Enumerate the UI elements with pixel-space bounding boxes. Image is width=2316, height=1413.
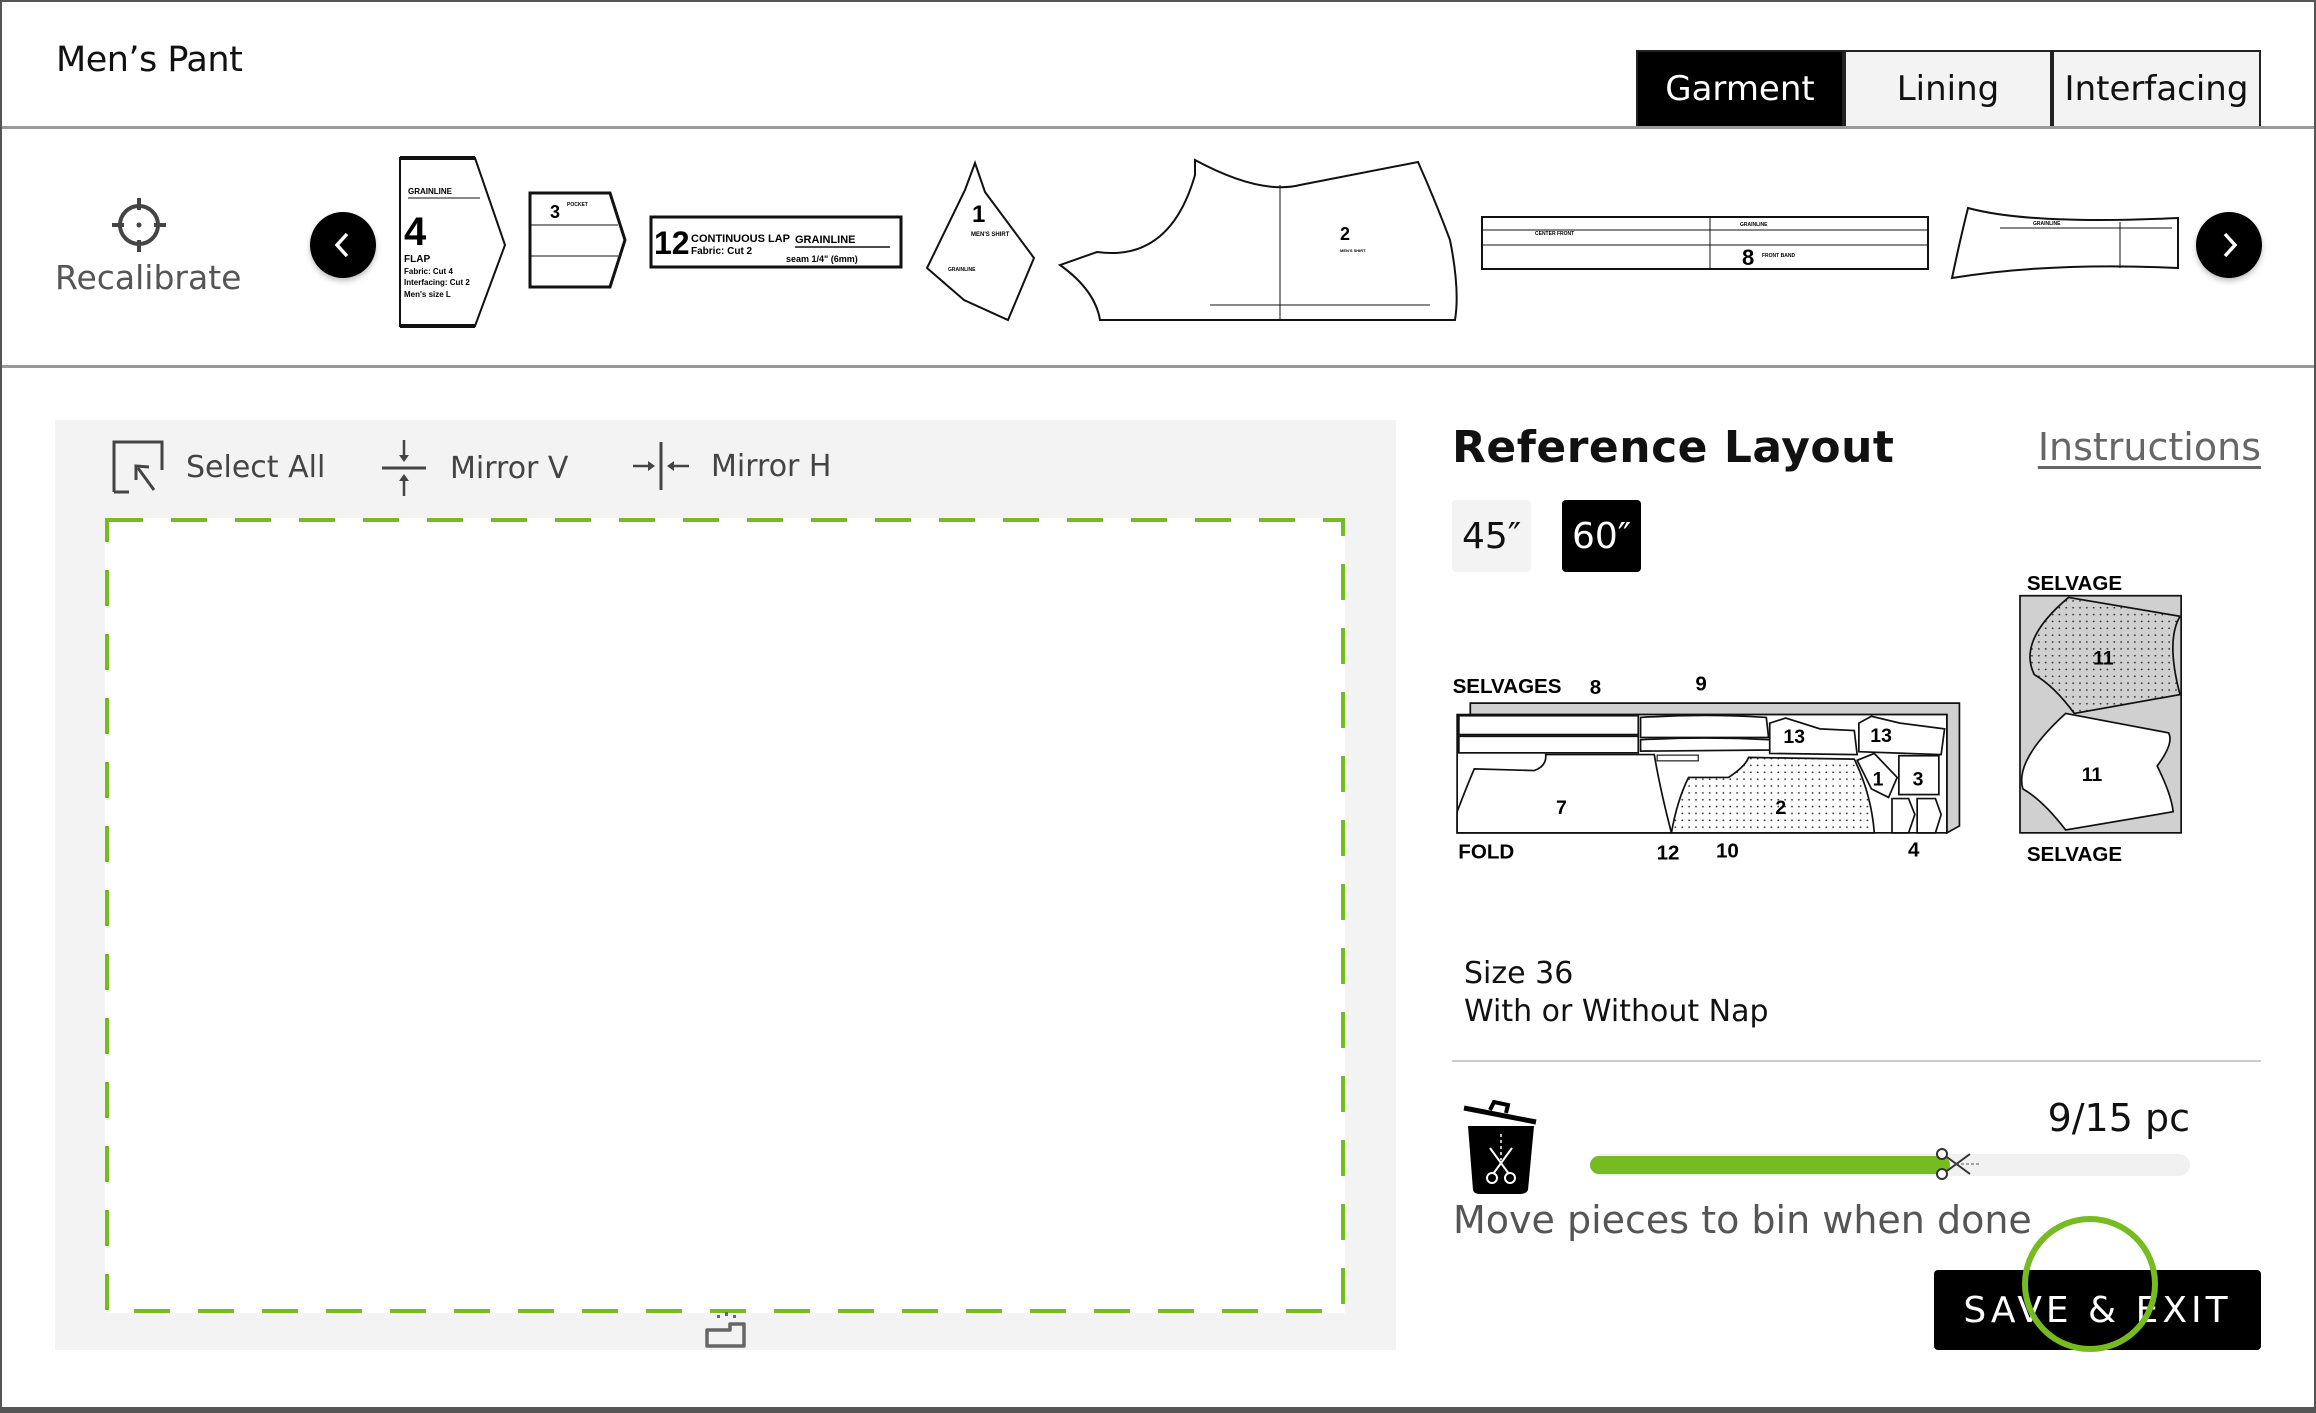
select-all-button[interactable]: Select All (112, 440, 325, 494)
progress-fill (1590, 1156, 1950, 1174)
diagram-piece-label: 2 (1775, 797, 1786, 819)
section-divider (1452, 1060, 2261, 1062)
diagram-piece-label: 13 (1783, 726, 1805, 748)
piece-number: 3 (550, 202, 560, 222)
piece-number: 12 (654, 225, 690, 261)
pattern-piece-4[interactable]: GRAINLINE 4 FLAP Fabric: Cut 4 Interfaci… (399, 156, 507, 328)
diagram-piece-label: 13 (1870, 725, 1892, 747)
piece-number: 8 (1742, 245, 1754, 270)
piece-cut-info: Fabric: Cut 4 (404, 267, 453, 276)
diagram-number: 10 (1716, 839, 1739, 862)
selvage-bottom-label: SELVAGE (2027, 843, 2122, 866)
piece-number: 1 (972, 201, 985, 228)
pattern-piece-8[interactable]: CENTER FRONT GRAINLINE 8 FRONT BAND (1481, 216, 1929, 270)
piece-seam-info: seam 1/4" (6mm) (786, 254, 858, 264)
diagram-piece-label: 3 (1913, 768, 1924, 790)
diagram-number: 8 (1590, 676, 1601, 699)
pattern-piece-2[interactable]: 2 MEN'S SHIRT (1057, 158, 1458, 321)
piece-cut-info: Fabric: Cut 2 (691, 246, 753, 257)
mirror-vertical-icon (382, 440, 426, 496)
diagram-piece-label: 11 (2093, 647, 2114, 669)
scissors-icon (1936, 1148, 1980, 1180)
piece-name: CONTINUOUS LAP (691, 233, 790, 245)
piece-name: POCKET (567, 202, 588, 208)
diagram-piece-label: 11 (2082, 764, 2103, 786)
layout-info: Size 36 With or Without Nap (1464, 955, 1769, 1031)
save-exit-button[interactable]: SAVE & EXIT (1934, 1270, 2261, 1350)
bin-hint-text: Move pieces to bin when done (1453, 1198, 2032, 1242)
instructions-link[interactable]: Instructions (2038, 425, 2261, 469)
selvage-top-label: SELVAGE (2027, 572, 2122, 595)
work-area-dashed-border (105, 518, 1345, 1313)
nap-label: With or Without Nap (1464, 994, 1769, 1029)
piece-name: FRONT BAND (1762, 253, 1795, 259)
reference-layout-title: Reference Layout (1452, 422, 1895, 473)
pattern-piece-1[interactable]: 1 MEN'S SHIRT GRAINLINE (925, 160, 1036, 322)
piece-grainline-label: GRAINLINE (948, 267, 976, 273)
diagram-piece-label: 7 (1556, 797, 1567, 819)
piece-name: FLAP (404, 254, 430, 265)
trash-bin-scissors-icon[interactable] (1462, 1100, 1542, 1196)
piece-name: MEN'S SHIRT (971, 232, 1010, 238)
piece-grainline-label: GRAINLINE (795, 234, 856, 246)
piece-number: 2 (1340, 224, 1350, 244)
width-45-button[interactable]: 45″ (1452, 500, 1532, 572)
tray-icon[interactable] (703, 1310, 749, 1350)
piece-size-info: Men's size L (404, 290, 451, 299)
mirror-vertical-button[interactable]: Mirror V (380, 440, 568, 496)
pattern-piece-3[interactable]: 3 POCKET (528, 191, 627, 289)
pattern-pieces-strip: GRAINLINE 4 FLAP Fabric: Cut 4 Interfaci… (399, 156, 2179, 328)
diagram-number: 9 (1695, 673, 1706, 696)
size-label: Size 36 (1464, 956, 1574, 991)
pattern-piece-12[interactable]: 12 CONTINUOUS LAP Fabric: Cut 2 GRAINLIN… (649, 215, 903, 269)
diagram-piece-label: 1 (1873, 768, 1884, 790)
piece-number: 4 (404, 210, 427, 254)
piece-cut-info: CENTER FRONT (1535, 231, 1574, 237)
fold-label: FOLD (1458, 841, 1514, 864)
fabric-work-area[interactable] (105, 518, 1345, 1313)
piece-interfacing-info: Interfacing: Cut 2 (404, 278, 470, 287)
mirror-horizontal-icon (633, 442, 689, 490)
piece-grainline-label: GRAINLINE (2033, 221, 2061, 227)
select-all-label: Select All (186, 449, 326, 485)
reference-layout-diagram: SELVAGES 8 9 13 13 7 2 1 3 FOLD 12 10 4 … (1453, 572, 2182, 866)
width-60-button[interactable]: 60″ (1562, 500, 1642, 572)
mirror-horizontal-label: Mirror H (711, 448, 832, 484)
mirror-vertical-label: Mirror V (450, 450, 569, 486)
pattern-piece-partial[interactable]: GRAINLINE (1950, 206, 2179, 280)
diagram-number: 4 (1908, 838, 1920, 861)
progress-track (1590, 1148, 2190, 1180)
piece-name: MEN'S SHIRT (1340, 248, 1366, 253)
diagram-number: 12 (1657, 842, 1680, 865)
selvages-label: SELVAGES (1453, 675, 1562, 698)
piece-count: 9/15 pc (2047, 1096, 2190, 1140)
piece-grainline-label: GRAINLINE (408, 187, 453, 196)
piece-grainline-label: GRAINLINE (1740, 222, 1768, 228)
select-all-icon (112, 440, 164, 494)
mirror-horizontal-button[interactable]: Mirror H (633, 440, 831, 492)
